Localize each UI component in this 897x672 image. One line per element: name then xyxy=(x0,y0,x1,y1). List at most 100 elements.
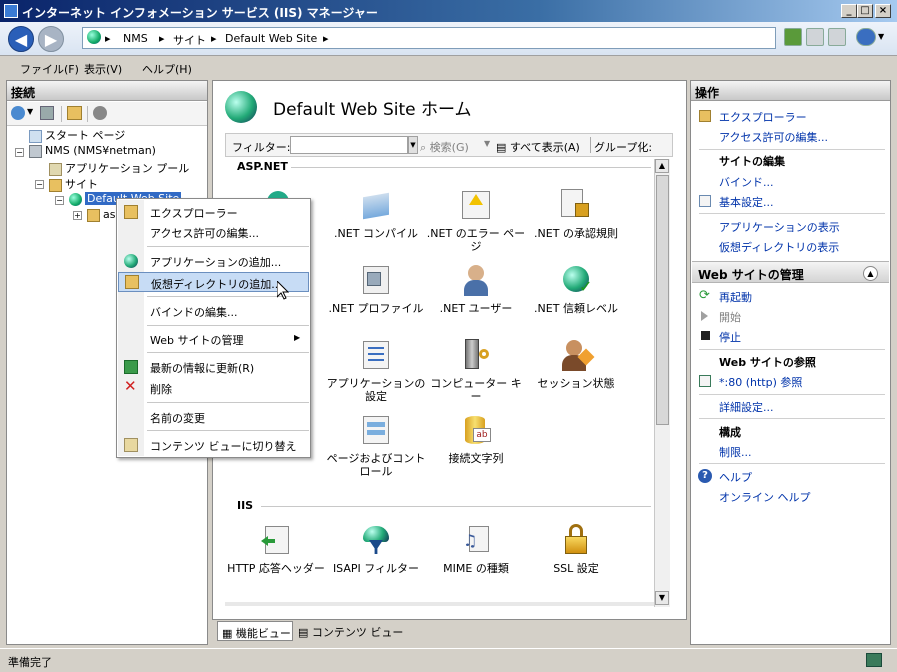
breadcrumb-server[interactable]: NMS xyxy=(123,32,148,45)
feature-isapi-filters[interactable]: ISAPI フィルター xyxy=(326,524,426,575)
refresh-icon[interactable] xyxy=(784,28,802,46)
disconnect-icon[interactable] xyxy=(93,106,107,120)
chevron-down-icon[interactable]: ▼ xyxy=(484,139,490,148)
section-divider xyxy=(291,167,651,168)
back-button[interactable]: ◀ xyxy=(8,26,34,52)
toolbar-divider xyxy=(61,106,62,122)
close-button[interactable]: × xyxy=(875,4,891,18)
action-divider xyxy=(699,213,885,214)
action-start[interactable]: 開始 xyxy=(719,309,741,325)
feature-net-error-pages[interactable]: .NET のエラー ページ xyxy=(426,189,526,253)
scroll-up-icon[interactable]: ▲ xyxy=(655,159,669,173)
filter-label: フィルター: xyxy=(232,141,291,154)
menu-view[interactable]: 表示(V) xyxy=(84,61,122,77)
ctx-explorer[interactable]: エクスプローラー xyxy=(118,202,309,222)
menu-file[interactable]: ファイル(F) xyxy=(20,61,79,77)
feature-ssl-settings[interactable]: SSL 設定 xyxy=(526,524,626,575)
page-title: Default Web Site ホーム xyxy=(273,100,472,120)
ctx-manage-website[interactable]: Web サイトの管理 ▶ xyxy=(118,329,309,349)
connect-icon[interactable] xyxy=(11,106,25,120)
folder-icon xyxy=(87,208,100,222)
ctx-add-application[interactable]: アプリケーションの追加... xyxy=(118,251,309,271)
action-edit-permissions[interactable]: アクセス許可の編集... xyxy=(719,129,828,145)
feature-net-trust-levels[interactable]: ✓ .NET 信頼レベル xyxy=(526,264,626,315)
globe-icon xyxy=(87,30,101,47)
globe-check-icon: ✓ xyxy=(559,264,593,298)
home-icon[interactable] xyxy=(828,28,846,46)
app-settings-icon xyxy=(359,339,393,373)
tab-features-view[interactable]: ▦ 機能ビュー xyxy=(217,621,293,641)
ctx-edit-bindings[interactable]: バインドの編集... xyxy=(118,301,309,321)
help-icon[interactable] xyxy=(856,28,876,46)
feature-net-profile[interactable]: .NET プロファイル xyxy=(326,264,426,315)
action-advanced-settings[interactable]: 詳細設定... xyxy=(719,399,774,415)
explorer-icon xyxy=(699,110,711,122)
forward-button[interactable]: ▶ xyxy=(38,26,64,52)
feature-http-headers[interactable]: HTTP 応答ヘッダー xyxy=(226,524,326,575)
user-icon xyxy=(459,264,493,298)
chevron-down-icon[interactable]: ▼ xyxy=(408,136,418,154)
tree-start-page[interactable]: スタート ページ xyxy=(29,127,125,143)
show-all-button[interactable]: ▤ すべて表示(A) xyxy=(496,139,580,155)
window-title: インターネット インフォメーション サービス (IIS) マネージャー xyxy=(22,6,378,20)
scroll-thumb[interactable] xyxy=(656,175,669,425)
ctx-delete[interactable]: ✕ 削除 xyxy=(118,378,309,398)
action-basic-settings[interactable]: 基本設定... xyxy=(719,194,774,210)
action-stop[interactable]: 停止 xyxy=(719,329,741,345)
feature-connection-strings[interactable]: ab 接続文字列 xyxy=(426,414,526,465)
minimize-button[interactable]: _ xyxy=(841,4,857,18)
menu-help[interactable]: ヘルプ(H) xyxy=(142,61,192,77)
network-status-icon xyxy=(866,653,882,667)
chevron-down-icon[interactable]: ▼ xyxy=(27,107,33,116)
action-divider xyxy=(699,463,885,464)
feature-mime-types[interactable]: ♫ MIME の種類 xyxy=(426,524,526,575)
expander-plus-icon[interactable]: + xyxy=(73,211,82,220)
feature-session-state[interactable]: セッション状態 xyxy=(526,339,626,390)
feature-net-users[interactable]: .NET ユーザー xyxy=(426,264,526,315)
tree-server[interactable]: NMS (NMS¥netman) xyxy=(29,144,156,158)
address-bar[interactable]: ▸ NMS ▸ サイト ▸ Default Web Site ▸ xyxy=(82,27,776,49)
breadcrumb-separator-icon: ▸ xyxy=(159,32,165,45)
action-view-vdirs[interactable]: 仮想ディレクトリの表示 xyxy=(719,239,839,255)
up-folder-icon[interactable] xyxy=(67,106,82,120)
breadcrumb-sites[interactable]: サイト xyxy=(173,32,206,48)
tree-sites[interactable]: サイト xyxy=(49,176,98,192)
action-restart[interactable]: 再起動 xyxy=(719,289,752,305)
content-view-icon xyxy=(124,438,138,452)
collapse-icon[interactable]: ▲ xyxy=(863,266,878,281)
action-bindings[interactable]: バインド... xyxy=(719,174,774,190)
title-bar: インターネット インフォメーション サービス (IIS) マネージャー _ □ … xyxy=(0,0,897,22)
ctx-edit-permissions[interactable]: アクセス許可の編集... xyxy=(118,222,309,242)
vertical-scrollbar[interactable]: ▲ ▼ xyxy=(654,159,670,607)
action-limits[interactable]: 制限... xyxy=(719,444,752,460)
feature-machine-key[interactable]: コンピューター キー xyxy=(426,339,526,403)
tab-content-view[interactable]: ▤ コンテンツ ビュー xyxy=(294,621,403,641)
chevron-down-icon[interactable]: ▼ xyxy=(878,32,884,41)
feature-net-authorization[interactable]: .NET の承認規則 xyxy=(526,189,626,240)
action-help[interactable]: ヘルプ xyxy=(719,469,752,485)
breadcrumb-site[interactable]: Default Web Site xyxy=(225,32,317,45)
filter-input[interactable] xyxy=(290,136,408,154)
save-icon[interactable] xyxy=(40,106,54,120)
stop-icon[interactable] xyxy=(806,28,824,46)
action-view-applications[interactable]: アプリケーションの表示 xyxy=(719,219,840,235)
feature-pages-controls[interactable]: ページおよびコントロール xyxy=(326,414,426,478)
maximize-button[interactable]: □ xyxy=(857,4,873,18)
expander-minus-icon[interactable]: − xyxy=(35,180,44,189)
tree-app-pools[interactable]: アプリケーション プール xyxy=(49,160,189,176)
context-menu-divider xyxy=(147,402,309,403)
section-aspnet: ASP.NET xyxy=(237,160,288,173)
action-browse-80[interactable]: *:80 (http) 参照 xyxy=(719,374,802,390)
ctx-refresh[interactable]: 最新の情報に更新(R) xyxy=(118,357,309,377)
scroll-down-icon[interactable]: ▼ xyxy=(655,591,669,605)
action-explorer[interactable]: エクスプローラー xyxy=(719,109,807,125)
search-button[interactable]: ⌕ 検索(G) xyxy=(420,139,469,155)
expander-minus-icon[interactable]: − xyxy=(15,148,24,157)
ctx-switch-content-view[interactable]: コンテンツ ビューに切り替え xyxy=(118,435,309,455)
feature-net-compilation[interactable]: .NET コンパイル xyxy=(326,189,426,240)
feature-app-settings[interactable]: アプリケーションの設定 xyxy=(326,339,426,403)
tree-child-folder[interactable]: as xyxy=(87,208,115,222)
action-online-help[interactable]: オンライン ヘルプ xyxy=(719,489,811,505)
ctx-rename[interactable]: 名前の変更 xyxy=(118,407,309,427)
expander-minus-icon[interactable]: − xyxy=(55,196,64,205)
